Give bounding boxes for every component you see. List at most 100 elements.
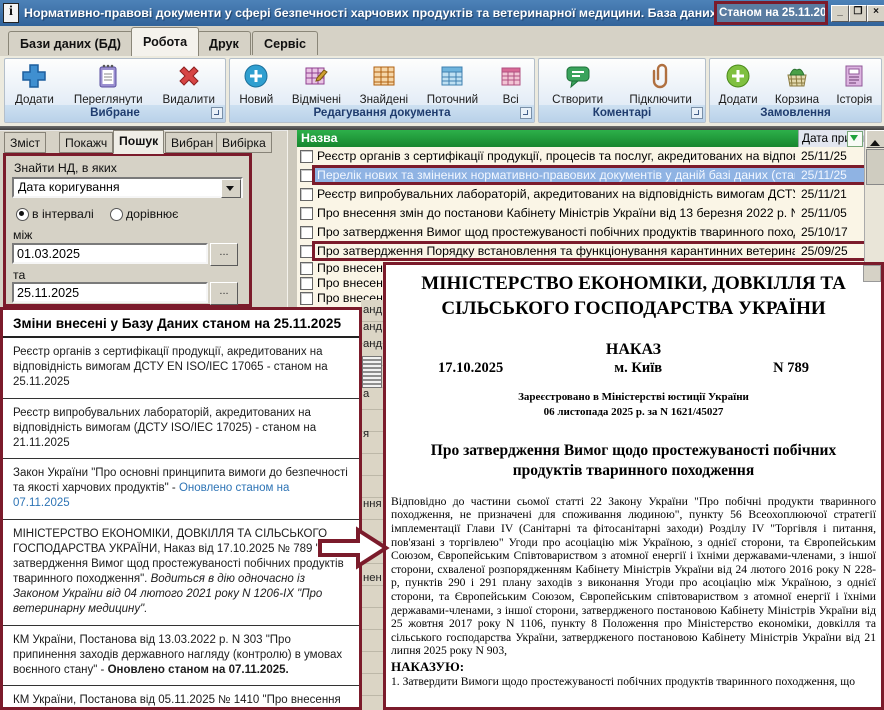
- dialog-launcher-icon[interactable]: [520, 107, 532, 119]
- red-x-icon: [175, 62, 203, 90]
- tab-service[interactable]: Сервіс: [252, 31, 318, 55]
- new-document-button[interactable]: Новий: [235, 61, 277, 108]
- red-arrow-annotation: [318, 526, 390, 570]
- doc-resolve: НАКАЗУЮ:: [391, 659, 876, 675]
- app-window: і Нормативно-правові документи у сфері б…: [0, 0, 884, 710]
- found-documents-button[interactable]: Знайдені: [356, 61, 413, 108]
- dialog-launcher-icon[interactable]: [691, 107, 703, 119]
- doc-type: НАКАЗ: [386, 341, 881, 359]
- delete-button[interactable]: Видалити: [159, 61, 219, 108]
- tab-print[interactable]: Друк: [197, 31, 251, 55]
- row-checkbox[interactable]: [300, 277, 313, 290]
- text-fragment: а: [363, 388, 369, 400]
- notepad-icon: [94, 62, 122, 90]
- tab-databases[interactable]: Бази даних (БД): [8, 31, 133, 55]
- marked-documents-button[interactable]: Відмічені: [288, 61, 345, 108]
- add-order-button[interactable]: Додати: [715, 61, 762, 108]
- marked-table-icon: [302, 62, 330, 90]
- group-label-editing: Редагування документа: [230, 105, 534, 122]
- doc-meta-row: 17.10.2025 м. Київ N 789: [386, 359, 881, 377]
- row-checkbox[interactable]: [300, 188, 313, 201]
- scroll-up-icon[interactable]: [866, 130, 884, 148]
- list-item[interactable]: КМ України, Постанова від 13.03.2022 р. …: [3, 626, 359, 687]
- table-row[interactable]: Реєстр органів з сертифікації продукції,…: [297, 147, 864, 166]
- list-item[interactable]: Реєстр випробувальних лабораторій, акред…: [3, 399, 359, 460]
- basket-button[interactable]: Корзина: [771, 61, 823, 108]
- table-row-outlined[interactable]: Про затвердження Порядку встановлення та…: [297, 242, 864, 261]
- list-item[interactable]: КМ України, Постанова від 05.11.2025 № 1…: [3, 686, 359, 710]
- radio-equals[interactable]: [110, 208, 123, 221]
- green-circle-plus-icon: [724, 62, 752, 90]
- ribbon-group-comments: Створити Підключити Коментарі: [538, 58, 706, 123]
- close-button[interactable]: ×: [867, 5, 884, 22]
- date-from-picker-button[interactable]: ...: [210, 243, 238, 266]
- list-item[interactable]: Закон України "Про основні принципита ви…: [3, 459, 359, 520]
- found-table-icon: [370, 62, 398, 90]
- text-fragment: анд: [363, 321, 382, 333]
- doc-title: Про затвердження Вимог щодо простежувано…: [402, 441, 865, 482]
- paperclip-icon: [647, 62, 675, 90]
- scrollbar-thumb[interactable]: [362, 356, 382, 388]
- row-checkbox[interactable]: [300, 207, 313, 220]
- chevron-down-icon[interactable]: [221, 179, 241, 198]
- date-to-input[interactable]: [12, 282, 208, 303]
- between-label: між: [13, 228, 32, 242]
- minimize-button[interactable]: _: [831, 5, 849, 22]
- sidetab-index[interactable]: Покажч: [59, 132, 113, 153]
- ribbon-group-orders: Додати Корзина Історія Замовлення: [709, 58, 882, 123]
- occluded-list-strip: анд анд анд а я ння нен: [361, 300, 383, 710]
- history-news-icon: [840, 62, 868, 90]
- maximize-button[interactable]: ❐: [849, 5, 867, 22]
- row-checkbox[interactable]: [300, 292, 313, 305]
- row-checkbox[interactable]: [300, 262, 313, 275]
- table-row[interactable]: Про внесення змін до постанови Кабінету …: [297, 204, 864, 223]
- date-to-picker-button[interactable]: ...: [210, 282, 238, 305]
- and-label: та: [13, 268, 25, 282]
- scrollbar-thumb[interactable]: [866, 149, 884, 185]
- document-preview: МІНІСТЕРСТВО ЕКОНОМІКИ, ДОВКІЛЛЯ ТА СІЛЬ…: [383, 262, 884, 710]
- title-date-highlight: Станом на 25.11.2025 р...: [714, 1, 828, 25]
- registration-note: Зареєстровано в Міністерстві юстиції Укр…: [386, 390, 881, 420]
- radio-interval-label[interactable]: в інтервалі: [32, 207, 94, 221]
- ministry-heading: МІНІСТЕРСТВО ЕКОНОМІКИ, ДОВКІЛЛЯ ТА СІЛЬ…: [400, 271, 867, 321]
- table-row[interactable]: Про затвердження Вимог щод простежуванос…: [297, 223, 864, 242]
- sort-descending-icon[interactable]: [847, 131, 863, 147]
- attach-comment-button[interactable]: Підключити: [625, 61, 695, 108]
- radio-interval[interactable]: [16, 208, 29, 221]
- sidetab-contents[interactable]: Зміст: [4, 132, 46, 153]
- row-checkbox[interactable]: [300, 226, 313, 239]
- search-panel: Знайти НД, в яких Дата коригування в інт…: [3, 153, 252, 307]
- group-label-orders: Замовлення: [710, 105, 881, 122]
- column-header-name[interactable]: Назва: [297, 130, 798, 147]
- all-documents-button[interactable]: Всі: [493, 61, 529, 108]
- doc-body: Відповідно до частини сьомої статті 22 З…: [391, 495, 876, 658]
- radio-equals-label[interactable]: дорівнює: [126, 207, 178, 221]
- preview-scroll-button[interactable]: [863, 265, 881, 282]
- basket-icon: [783, 62, 811, 90]
- sidetab-selection[interactable]: Вибірка: [216, 132, 272, 153]
- criteria-select[interactable]: Дата коригування: [12, 177, 243, 198]
- comment-bubble-icon: [564, 62, 592, 90]
- all-table-icon: [497, 62, 525, 90]
- current-document-button[interactable]: Поточний: [423, 61, 482, 108]
- add-favorite-button[interactable]: Додати: [11, 61, 58, 108]
- tab-work[interactable]: Робота: [131, 27, 199, 56]
- doc-number: N 789: [773, 360, 809, 377]
- list-item[interactable]: МІНІСТЕРСТВО ЕКОНОМІКИ, ДОВКІЛЛЯ ТА СІЛЬ…: [3, 520, 359, 626]
- doc-city: м. Київ: [614, 360, 662, 377]
- list-item[interactable]: Реєстр органів з сертифікації продукції,…: [3, 338, 359, 399]
- history-button[interactable]: Історія: [832, 61, 876, 108]
- sidetab-chosen[interactable]: Вибран: [165, 132, 219, 153]
- text-fragment: анд: [363, 304, 382, 316]
- sidetab-search[interactable]: Пошук: [113, 130, 164, 154]
- dialog-launcher-icon[interactable]: [211, 107, 223, 119]
- window-title: Нормативно-правові документи у сфері без…: [24, 6, 720, 20]
- view-button[interactable]: Переглянути: [70, 61, 147, 108]
- date-from-input[interactable]: [12, 243, 208, 264]
- text-fragment: анд: [363, 338, 382, 350]
- table-row[interactable]: Реєстр випробувальних лабораторій, акред…: [297, 185, 864, 204]
- ribbon-group-favorites: Додати Переглянути Видалити Вибране: [4, 58, 226, 123]
- row-checkbox[interactable]: [300, 150, 313, 163]
- create-comment-button[interactable]: Створити: [548, 61, 607, 108]
- table-row-selected[interactable]: Перелік нових та змінених нормативно-пра…: [297, 166, 864, 185]
